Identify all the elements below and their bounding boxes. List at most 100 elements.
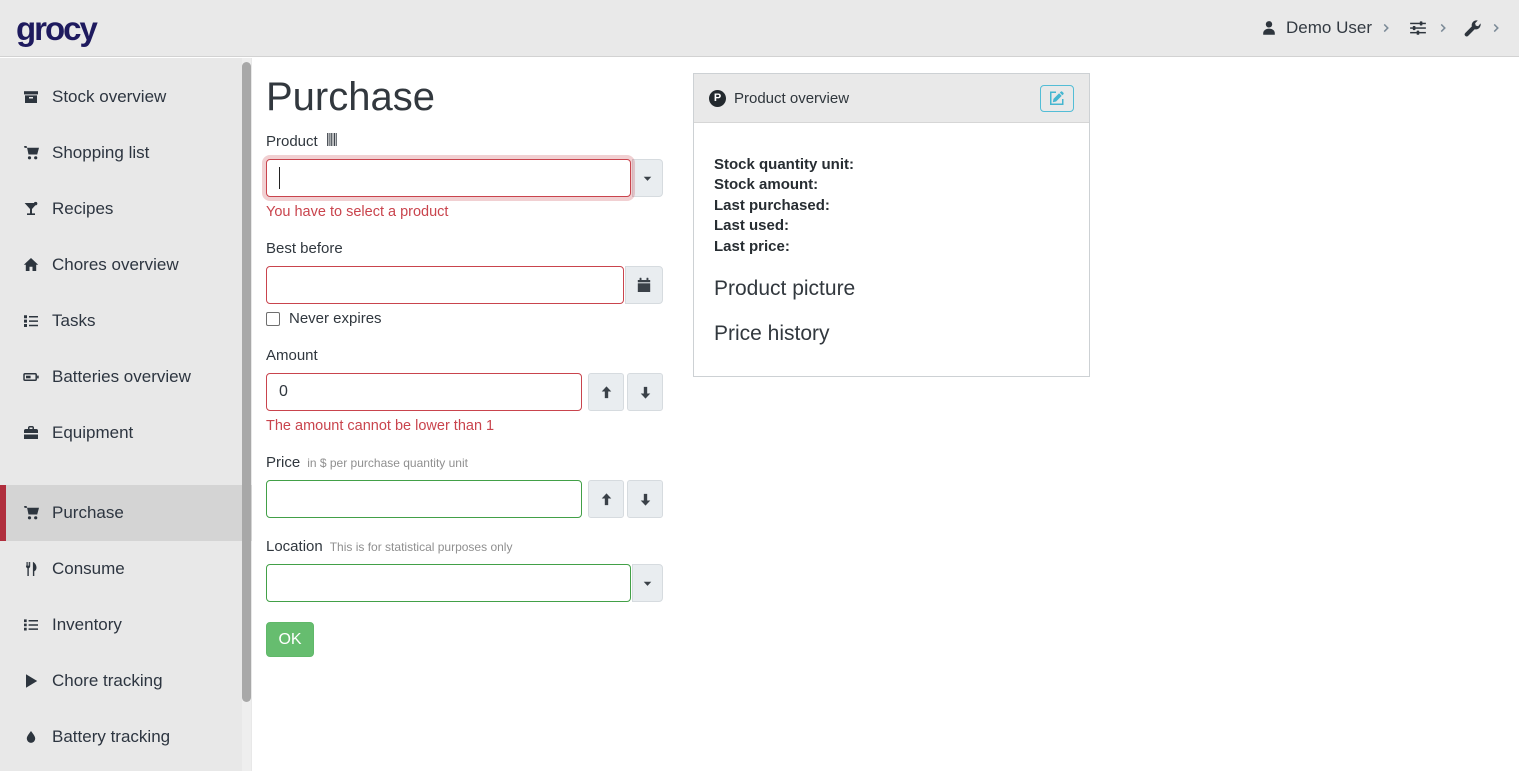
admin-menu[interactable]: [1464, 19, 1503, 37]
sidebar-item-label: Shopping list: [52, 143, 149, 163]
calendar-icon: [636, 277, 652, 293]
barcode-icon: [325, 133, 340, 146]
location-hint: This is for statistical purposes only: [330, 540, 513, 554]
sidebar-item-label: Chores overview: [52, 255, 179, 275]
amount-error: The amount cannot be lower than 1: [266, 418, 663, 434]
sidebar-item-label: Inventory: [52, 615, 122, 635]
text-cursor: [279, 167, 280, 189]
chevron-right-icon: [1438, 22, 1450, 34]
caret-down-icon: [642, 578, 653, 589]
sidebar-item-stock-overview[interactable]: Stock overview: [0, 69, 252, 125]
sidebar-item-label: Battery tracking: [52, 727, 170, 747]
play-icon: [21, 673, 41, 689]
card-title: Product overview: [734, 90, 849, 107]
sidebar-item-label: Consume: [52, 559, 125, 579]
sidebar-item-battery-tracking[interactable]: Battery tracking: [0, 709, 252, 765]
amount-increase-button[interactable]: [588, 373, 624, 411]
stock-amount-label: Stock amount:: [714, 175, 1069, 195]
sidebar-item-recipes[interactable]: Recipes: [0, 181, 252, 237]
sidebar-item-label: Equipment: [52, 423, 133, 443]
last-price-label: Last price:: [714, 237, 1069, 257]
arrow-up-icon: [599, 492, 614, 507]
amount-decrease-button[interactable]: [627, 373, 663, 411]
arrow-up-icon: [599, 385, 614, 400]
location-input[interactable]: [266, 564, 631, 602]
sidebar-item-equipment[interactable]: Equipment: [0, 405, 252, 461]
price-history-heading: Price history: [714, 322, 1069, 346]
amount-label: Amount: [266, 347, 318, 364]
battery-icon: [21, 369, 41, 385]
sidebar-item-label: Purchase: [52, 503, 124, 523]
utensils-icon: [21, 561, 41, 577]
droplet-icon: [21, 729, 41, 745]
toolbox-icon: [21, 425, 41, 441]
sidebar-item-label: Batteries overview: [52, 367, 191, 387]
last-used-label: Last used:: [714, 216, 1069, 236]
price-hint: in $ per purchase quantity unit: [307, 456, 468, 470]
product-overview-card: P Product overview Stock quantity unit: …: [693, 73, 1090, 377]
sidebar-item-tasks[interactable]: Tasks: [0, 293, 252, 349]
sidebar-scrollbar-thumb[interactable]: [242, 62, 251, 702]
sidebar: Stock overview Shopping list Recipes Cho…: [0, 58, 252, 771]
main-content: Purchase Product: [252, 58, 1531, 771]
product-input[interactable]: [266, 159, 631, 197]
sidebar-item-batteries-overview[interactable]: Batteries overview: [0, 349, 252, 405]
edit-pencil-icon: [1049, 90, 1065, 106]
grocy-logo[interactable]: grocy: [16, 12, 96, 45]
product-icon: P: [709, 90, 726, 107]
boxes-icon: [21, 89, 41, 105]
settings-menu[interactable]: [1407, 19, 1450, 37]
list-icon: [21, 617, 41, 633]
product-error: You have to select a product: [266, 204, 663, 220]
price-input[interactable]: [266, 480, 582, 518]
sidebar-item-chores-overview[interactable]: Chores overview: [0, 237, 252, 293]
product-label: Product: [266, 133, 318, 150]
sidebar-item-label: Chore tracking: [52, 671, 163, 691]
user-icon: [1261, 20, 1277, 36]
stock-quantity-unit-label: Stock quantity unit:: [714, 155, 1069, 175]
sliders-icon: [1407, 19, 1429, 37]
wrench-icon: [1464, 19, 1482, 37]
caret-down-icon: [642, 173, 653, 184]
edit-product-button[interactable]: [1040, 85, 1074, 112]
cocktail-icon: [21, 201, 41, 217]
ok-button[interactable]: OK: [266, 622, 314, 657]
sidebar-item-chore-tracking[interactable]: Chore tracking: [0, 653, 252, 709]
chevron-right-icon: [1491, 22, 1503, 34]
product-picture-heading: Product picture: [714, 277, 1069, 301]
sidebar-item-label: Recipes: [52, 199, 113, 219]
tasks-icon: [21, 313, 41, 329]
sidebar-item-consume[interactable]: Consume: [0, 541, 252, 597]
location-label: Location: [266, 538, 323, 555]
sidebar-item-label: Stock overview: [52, 87, 166, 107]
last-purchased-label: Last purchased:: [714, 196, 1069, 216]
never-expires-checkbox[interactable]: [266, 312, 280, 326]
sidebar-item-purchase[interactable]: Purchase: [0, 485, 252, 541]
never-expires-label: Never expires: [289, 310, 382, 327]
shopping-cart-icon: [21, 145, 41, 161]
best-before-input[interactable]: [266, 266, 624, 304]
page-title: Purchase: [266, 74, 663, 120]
amount-input[interactable]: [266, 373, 582, 411]
price-increase-button[interactable]: [588, 480, 624, 518]
price-label: Price: [266, 454, 300, 471]
product-dropdown-button[interactable]: [632, 159, 663, 197]
chevron-right-icon: [1381, 22, 1393, 34]
calendar-button[interactable]: [625, 266, 663, 304]
arrow-down-icon: [638, 492, 653, 507]
best-before-label: Best before: [266, 240, 343, 257]
shopping-cart-icon: [21, 505, 41, 521]
home-icon: [21, 257, 41, 273]
purchase-form: Purchase Product: [266, 58, 663, 657]
location-dropdown-button[interactable]: [632, 564, 663, 602]
user-menu[interactable]: Demo User: [1261, 18, 1393, 38]
arrow-down-icon: [638, 385, 653, 400]
user-name: Demo User: [1286, 18, 1372, 38]
price-decrease-button[interactable]: [627, 480, 663, 518]
page-scrollbar-track[interactable]: [1519, 0, 1531, 58]
sidebar-group-divider: [0, 461, 252, 485]
top-navbar: grocy Demo User: [0, 0, 1519, 57]
sidebar-item-label: Tasks: [52, 311, 95, 331]
sidebar-item-shopping-list[interactable]: Shopping list: [0, 125, 252, 181]
sidebar-item-inventory[interactable]: Inventory: [0, 597, 252, 653]
